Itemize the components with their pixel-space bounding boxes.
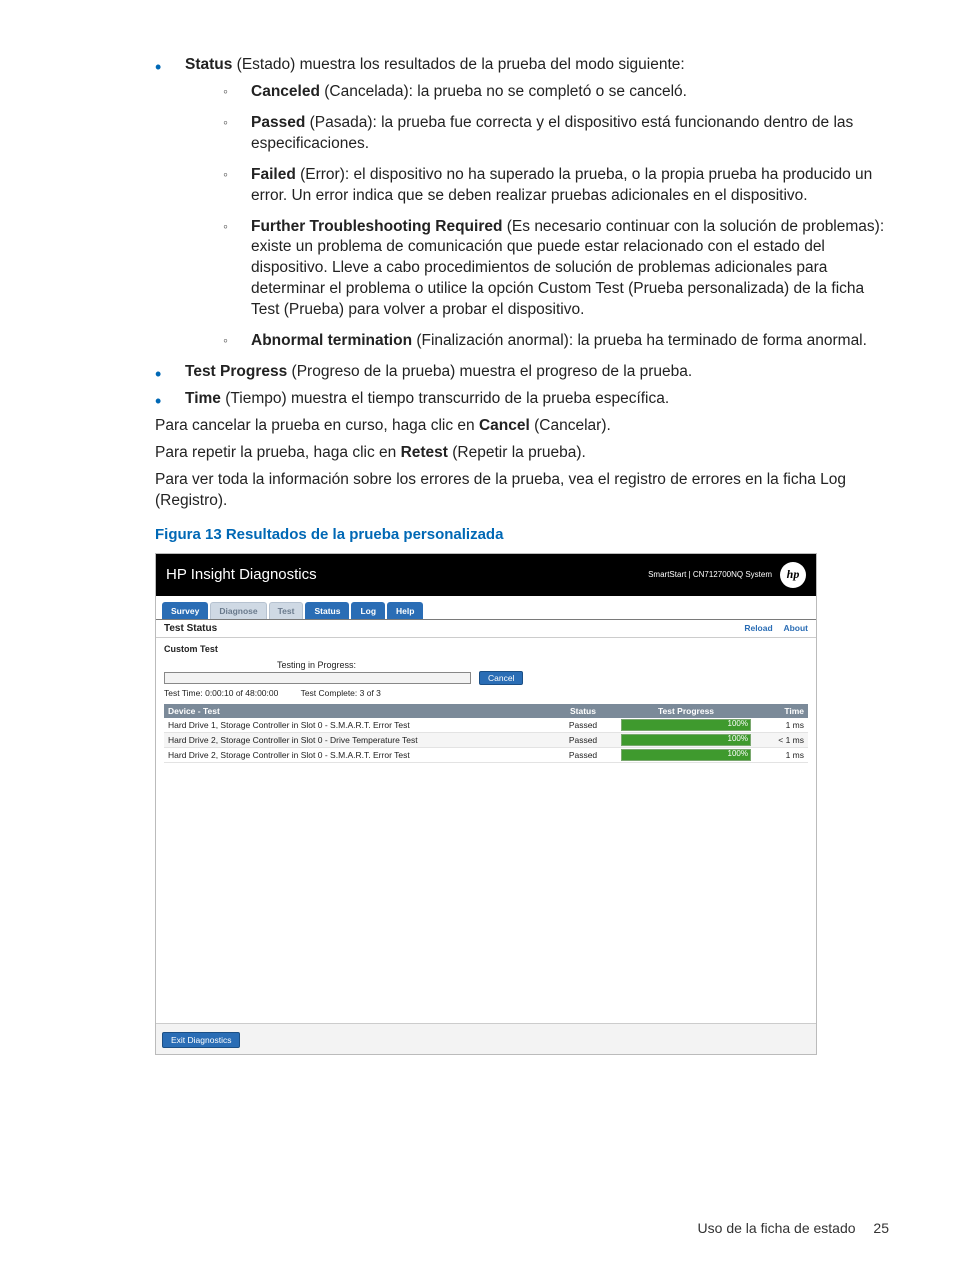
custom-test-heading: Custom Test (164, 644, 808, 654)
tab-survey[interactable]: Survey (162, 602, 208, 619)
results-table: Device - Test Status Test Progress Time … (164, 704, 808, 763)
bullet-status: Status (Estado) muestra los resultados d… (155, 55, 894, 352)
para-retest: Para repetir la prueba, haga clic en Ret… (155, 443, 894, 464)
tab-bar: Survey Diagnose Test Status Log Help (156, 596, 816, 619)
section-bar: Test Status Reload About (156, 619, 816, 638)
cell-time: 1 ms (755, 718, 808, 733)
cell-status: Passed (549, 718, 617, 733)
bullet-time: Time (Tiempo) muestra el tiempo transcur… (155, 389, 894, 410)
hp-logo-icon: hp (780, 562, 806, 588)
col-progress: Test Progress (617, 704, 755, 718)
para-log: Para ver toda la información sobre los e… (155, 470, 894, 512)
page-footer: Uso de la ficha de estado 25 (698, 1220, 889, 1236)
figure-caption: Figura 13 Resultados de la prueba person… (155, 526, 894, 543)
results-empty-area (164, 763, 808, 1023)
progress-label: Testing in Progress: (164, 660, 469, 670)
term-status: Status (185, 56, 232, 73)
tab-status[interactable]: Status (305, 602, 349, 619)
sub-bullet: Abnormal termination (Finalización anorm… (223, 331, 894, 352)
cell-device: Hard Drive 2, Storage Controller in Slot… (164, 747, 549, 762)
system-label-area: SmartStart | CN712700NQ System hp (648, 562, 806, 588)
reload-link[interactable]: Reload (744, 623, 772, 633)
col-time: Time (755, 704, 808, 718)
cell-status: Passed (549, 732, 617, 747)
test-complete-label: Test Complete: 3 of 3 (301, 688, 381, 698)
tab-help[interactable]: Help (387, 602, 423, 619)
footer-text: Uso de la ficha de estado (698, 1220, 856, 1236)
cell-time: < 1 ms (755, 732, 808, 747)
col-status: Status (549, 704, 617, 718)
table-row: Hard Drive 2, Storage Controller in Slot… (164, 747, 808, 762)
tab-diagnose[interactable]: Diagnose (210, 602, 266, 619)
bullet-progress: Test Progress (Progreso de la prueba) mu… (155, 362, 894, 383)
app-header: HP Insight Diagnostics SmartStart | CN71… (156, 554, 816, 596)
cell-progress: 100% (617, 747, 755, 762)
test-time-label: Test Time: 0:00:10 of 48:00:00 (164, 688, 278, 698)
table-row: Hard Drive 2, Storage Controller in Slot… (164, 732, 808, 747)
sub-bullet: Failed (Error): el dispositivo no ha sup… (223, 165, 894, 207)
app-title: HP Insight Diagnostics (166, 566, 317, 583)
cancel-button[interactable]: Cancel (479, 671, 523, 685)
page-number: 25 (873, 1220, 889, 1236)
exit-diagnostics-button[interactable]: Exit Diagnostics (162, 1032, 240, 1048)
overall-progress-bar (164, 672, 471, 684)
para-cancel: Para cancelar la prueba en curso, haga c… (155, 416, 894, 437)
cell-progress: 100% (617, 718, 755, 733)
text: (Estado) muestra los resultados de la pr… (232, 56, 684, 73)
section-title: Test Status (164, 623, 217, 634)
sub-bullet: Passed (Pasada): la prueba fue correcta … (223, 113, 894, 155)
sub-bullet: Canceled (Cancelada): la prueba no se co… (223, 82, 894, 103)
test-meta: Test Time: 0:00:10 of 48:00:00 Test Comp… (164, 688, 808, 698)
table-row: Hard Drive 1, Storage Controller in Slot… (164, 718, 808, 733)
screenshot-panel: HP Insight Diagnostics SmartStart | CN71… (155, 553, 817, 1055)
cell-device: Hard Drive 1, Storage Controller in Slot… (164, 718, 549, 733)
tab-test[interactable]: Test (269, 602, 304, 619)
cell-device: Hard Drive 2, Storage Controller in Slot… (164, 732, 549, 747)
sub-bullet: Further Troubleshooting Required (Es nec… (223, 217, 894, 322)
tab-log[interactable]: Log (351, 602, 385, 619)
about-link[interactable]: About (783, 623, 808, 633)
cell-time: 1 ms (755, 747, 808, 762)
cell-progress: 100% (617, 732, 755, 747)
system-label: SmartStart | CN712700NQ System (648, 570, 772, 579)
cell-status: Passed (549, 747, 617, 762)
col-device: Device - Test (164, 704, 549, 718)
